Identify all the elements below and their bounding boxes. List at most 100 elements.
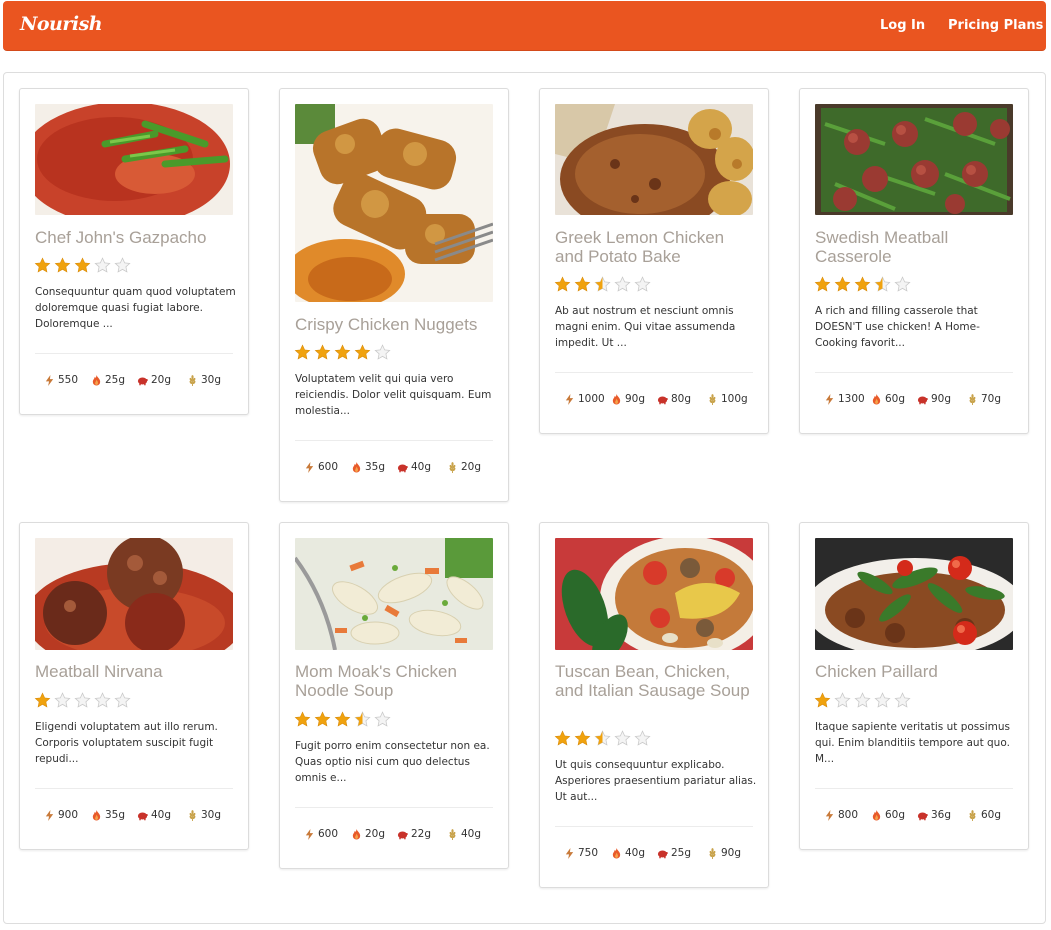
recipe-image[interactable] <box>35 104 233 215</box>
card-divider <box>815 788 1013 789</box>
recipe-image[interactable] <box>295 104 493 302</box>
nutrition-protein-value: 80g <box>671 393 692 405</box>
star-icon <box>94 257 111 273</box>
star-rating <box>814 692 911 710</box>
nutrition-calories: 750 <box>564 847 598 859</box>
nutrition-calories: 900 <box>44 809 78 821</box>
pig-icon <box>917 394 928 405</box>
star-icon <box>334 711 351 727</box>
nutrition-carbs: 100g <box>707 393 748 405</box>
recipe-card[interactable]: Mom Moak's Chicken Noodle Soup Fugit porr… <box>279 522 509 869</box>
recipe-title[interactable]: Chef John's Gazpacho <box>35 228 235 247</box>
nutrition-carbs-value: 40g <box>461 828 482 840</box>
pig-icon <box>137 810 148 821</box>
star-icon <box>614 730 631 746</box>
nutrition-fat: 25g <box>91 374 125 386</box>
star-icon <box>294 711 311 727</box>
wheat-icon <box>707 393 718 405</box>
star-icon <box>314 344 331 360</box>
recipe-description: A rich and filling casserole that DOESN'… <box>815 305 980 349</box>
star-icon <box>874 276 891 292</box>
recipe-title[interactable]: Tuscan Bean, Chicken, and Italian Sausag… <box>555 662 755 700</box>
star-icon <box>294 344 311 360</box>
nutrition-calories-value: 750 <box>578 847 599 859</box>
nutrition-carbs-value: 90g <box>721 847 742 859</box>
star-icon <box>354 344 371 360</box>
login-link[interactable]: Log In <box>880 18 925 33</box>
card-divider <box>35 788 233 789</box>
nutrition-calories-value: 600 <box>318 828 339 840</box>
recipe-card[interactable]: Chef John's Gazpacho Consequuntur quam qu… <box>19 88 249 415</box>
star-icon <box>594 276 611 292</box>
star-icon <box>314 711 331 727</box>
brand-logo[interactable]: Nourish <box>20 13 103 35</box>
star-icon <box>854 692 871 708</box>
nutrition-fat: 60g <box>871 809 905 821</box>
nutrition-protein-value: 25g <box>671 847 692 859</box>
nutrition-carbs-value: 20g <box>461 461 482 473</box>
flame-icon <box>351 828 362 840</box>
wheat-icon <box>447 828 458 840</box>
recipe-title[interactable]: Chicken Paillard <box>815 662 1015 681</box>
lightning-icon <box>304 461 315 473</box>
recipe-image[interactable] <box>295 538 493 650</box>
nutrition-calories-value: 1000 <box>578 393 605 405</box>
recipe-image[interactable] <box>555 104 753 215</box>
flame-icon <box>91 374 102 386</box>
recipe-image[interactable] <box>815 104 1013 215</box>
nutrition-protein-value: 36g <box>931 809 952 821</box>
nutrition-calories-value: 600 <box>318 461 339 473</box>
nutrition-calories-value: 800 <box>838 809 859 821</box>
recipe-card[interactable]: Tuscan Bean, Chicken, and Italian Sausag… <box>539 522 769 888</box>
star-icon <box>114 692 131 708</box>
pig-icon <box>397 829 408 840</box>
nutrition-protein: 20g <box>137 374 171 386</box>
recipe-title[interactable]: Crispy Chicken Nuggets <box>295 315 495 334</box>
recipe-image[interactable] <box>555 538 753 650</box>
recipe-card[interactable]: Swedish Meatball Casserole A rich and fil… <box>799 88 1029 434</box>
flame-icon <box>91 809 102 821</box>
recipe-image[interactable] <box>815 538 1013 650</box>
recipe-description: Fugit porro enim consectetur non ea. Qua… <box>295 740 490 784</box>
card-divider <box>35 353 233 354</box>
nutrition-row: 750 40g 25g 90g <box>555 847 753 863</box>
star-icon <box>814 276 831 292</box>
recipe-card[interactable]: Meatball Nirvana Eligendi voluptatem aut … <box>19 522 249 850</box>
recipe-title[interactable]: Mom Moak's Chicken Noodle Soup <box>295 662 495 700</box>
nutrition-calories: 600 <box>304 461 338 473</box>
wheat-icon <box>187 374 198 386</box>
nutrition-carbs: 70g <box>967 393 1001 405</box>
nutrition-fat: 40g <box>611 847 645 859</box>
recipe-title[interactable]: Greek Lemon Chicken and Potato Bake <box>555 228 755 266</box>
recipe-title[interactable]: Swedish Meatball Casserole <box>815 228 1015 266</box>
nutrition-fat: 35g <box>351 461 385 473</box>
recipe-description: Itaque sapiente veritatis ut possimus qu… <box>815 721 1010 765</box>
recipe-description: Ut quis consequuntur explicabo. Asperior… <box>555 759 757 803</box>
recipe-card[interactable]: Crispy Chicken Nuggets Voluptatem velit q… <box>279 88 509 502</box>
star-icon <box>574 276 591 292</box>
nutrition-fat-value: 20g <box>365 828 386 840</box>
nutrition-row: 600 35g 40g 20g <box>295 461 493 477</box>
star-icon <box>94 692 111 708</box>
star-rating <box>294 344 391 362</box>
nutrition-protein: 80g <box>657 393 691 405</box>
pricing-plans-link[interactable]: Pricing Plans <box>948 18 1043 33</box>
nutrition-carbs: 30g <box>187 809 221 821</box>
star-icon <box>594 730 611 746</box>
nutrition-fat-value: 35g <box>105 809 126 821</box>
wheat-icon <box>967 393 978 405</box>
nutrition-protein-value: 90g <box>931 393 952 405</box>
star-icon <box>614 276 631 292</box>
nutrition-fat: 20g <box>351 828 385 840</box>
recipe-title[interactable]: Meatball Nirvana <box>35 662 235 681</box>
star-rating <box>34 692 131 710</box>
recipe-card[interactable]: Greek Lemon Chicken and Potato Bake Ab au… <box>539 88 769 434</box>
star-icon <box>114 257 131 273</box>
recipe-image[interactable] <box>35 538 233 650</box>
nutrition-fat: 60g <box>871 393 905 405</box>
nutrition-carbs-value: 30g <box>201 374 222 386</box>
star-icon <box>374 344 391 360</box>
recipe-card[interactable]: Chicken Paillard Itaque sapiente veritati… <box>799 522 1029 850</box>
star-icon <box>34 692 51 708</box>
nutrition-protein: 40g <box>397 461 431 473</box>
